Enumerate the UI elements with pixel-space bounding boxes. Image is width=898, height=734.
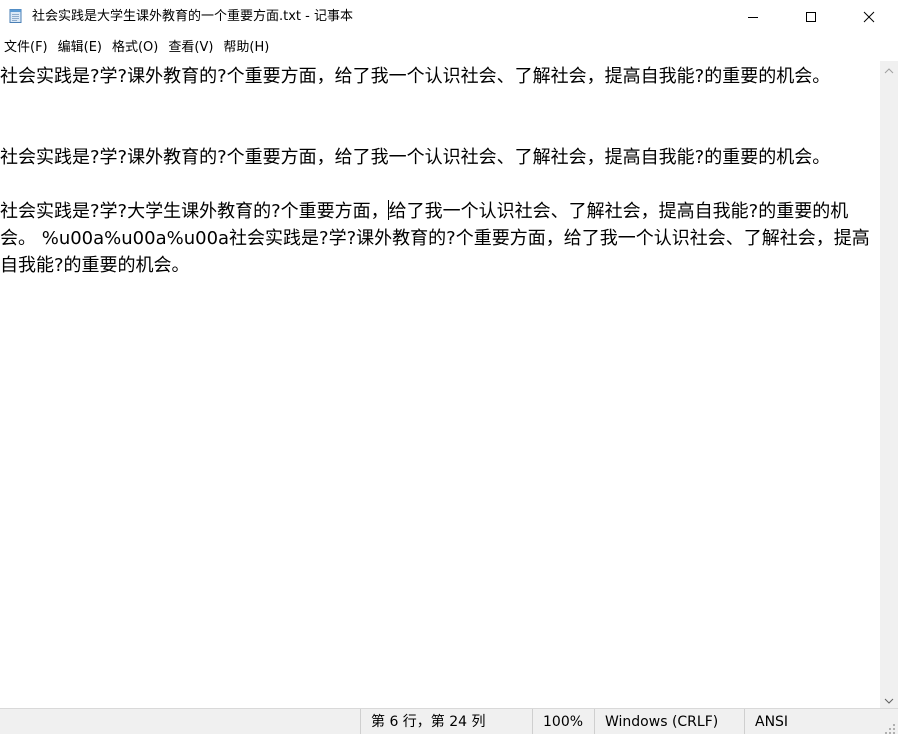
- notepad-window: 社会实践是大学生课外教育的一个重要方面.txt - 记事本 文件(F) 编辑(E…: [0, 0, 898, 734]
- vertical-scrollbar[interactable]: [880, 61, 898, 708]
- menu-help[interactable]: 帮助(H): [219, 36, 275, 60]
- maximize-icon: [805, 8, 817, 27]
- menu-edit[interactable]: 编辑(E): [54, 36, 108, 60]
- scroll-down-arrow-icon: [884, 690, 894, 709]
- minimize-button[interactable]: [724, 0, 782, 34]
- title-bar[interactable]: 社会实践是大学生课外教育的一个重要方面.txt - 记事本: [0, 0, 898, 34]
- scroll-up-arrow-icon: [884, 60, 894, 79]
- menu-view[interactable]: 查看(V): [164, 36, 219, 60]
- menu-file[interactable]: 文件(F): [0, 36, 54, 60]
- notepad-icon[interactable]: [8, 8, 24, 24]
- minimize-icon: [747, 8, 759, 27]
- status-encoding: ANSI: [744, 709, 880, 734]
- menu-bar: 文件(F) 编辑(E) 格式(O) 查看(V) 帮助(H): [0, 36, 898, 60]
- status-zoom: 100%: [532, 709, 594, 734]
- status-bar: 第 6 行，第 24 列 100% Windows (CRLF) ANSI: [0, 708, 898, 734]
- text-editor[interactable]: 社会实践是?学?课外教育的?个重要方面，给了我一个认识社会、了解社会，提高自我能…: [0, 61, 880, 708]
- menu-format[interactable]: 格式(O): [108, 36, 164, 60]
- status-line-ending: Windows (CRLF): [594, 709, 744, 734]
- maximize-button[interactable]: [782, 0, 840, 34]
- editor-content[interactable]: 社会实践是?学?课外教育的?个重要方面，给了我一个认识社会、了解社会，提高自我能…: [0, 63, 872, 279]
- editor-text-before-caret: 社会实践是?学?课外教育的?个重要方面，给了我一个认识社会、了解社会，提高自我能…: [0, 66, 831, 222]
- scroll-up-button[interactable]: [880, 61, 898, 78]
- window-title: 社会实践是大学生课外教育的一个重要方面.txt - 记事本: [32, 9, 353, 24]
- close-button[interactable]: [840, 0, 898, 34]
- resize-grip-icon[interactable]: [884, 720, 896, 734]
- status-cursor-position: 第 6 行，第 24 列: [360, 709, 532, 734]
- close-icon: [863, 8, 875, 27]
- scroll-down-button[interactable]: [880, 691, 898, 708]
